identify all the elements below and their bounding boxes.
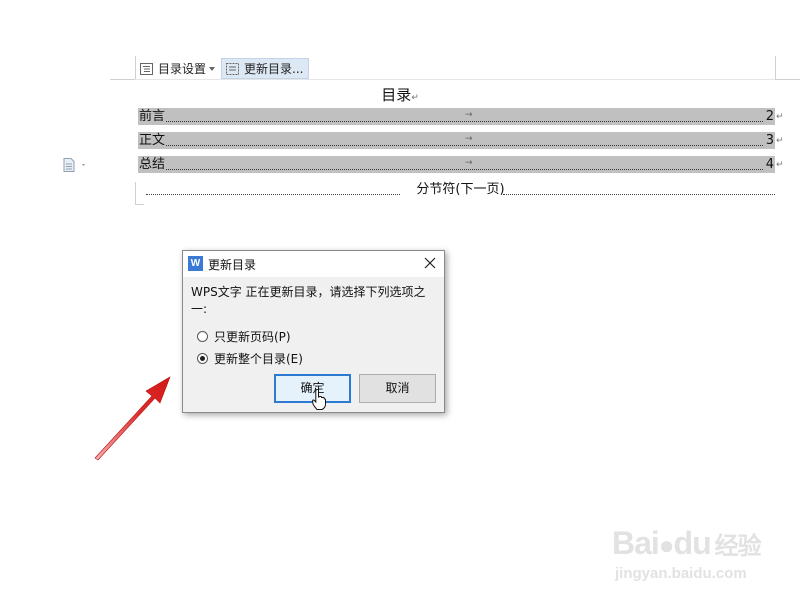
margin-guide-top-left (110, 79, 135, 80)
toc-title-text: 目录 (381, 86, 412, 104)
paw-logo-icon: ● (658, 530, 675, 560)
update-toc-label: 更新目录... (244, 62, 304, 76)
dialog-title: 更新目录 (208, 258, 257, 272)
toc-entry-label: 正文 (139, 133, 166, 148)
watermark-brand-suffix: 经验 (714, 533, 762, 560)
hand-cursor-icon (312, 389, 326, 410)
toc-entry[interactable]: 正文 → 3 (138, 132, 775, 149)
chevron-down-icon (209, 66, 216, 71)
toc-entry-page: 2 (763, 108, 774, 125)
dialog-titlebar[interactable]: W 更新目录 (183, 251, 444, 277)
toc-entry-label: 总结 (139, 157, 166, 172)
refresh-toc-icon (226, 62, 240, 75)
update-toc-dialog: W 更新目录 WPS文字 正在更新目录，请选择下列选项之一: 只更新页码(P) … (182, 250, 445, 413)
section-break: 分节符(下一页) (146, 183, 775, 197)
close-icon[interactable] (424, 257, 436, 269)
document-icon[interactable] (63, 157, 85, 172)
margin-guide-left-bottom (135, 182, 136, 204)
watermark-brand: Bai (612, 525, 660, 561)
cancel-button[interactable]: 取消 (359, 374, 436, 403)
paragraph-mark-icon: ↵ (776, 160, 784, 170)
dialog-message: WPS文字 正在更新目录，请选择下列选项之一: (191, 285, 426, 316)
watermark-url: jingyan.baidu.com (615, 565, 747, 582)
toc-entry-label: 前言 (139, 109, 166, 124)
toc-entry-page: 3 (763, 132, 774, 149)
toc-title: 目录↵ (0, 84, 800, 105)
option-label: 更新整个目录(E) (214, 352, 303, 366)
tab-arrow-icon: → (465, 110, 473, 120)
option-update-entire-toc[interactable]: 更新整个目录(E) (197, 350, 303, 367)
paragraph-mark-icon: ↵ (411, 93, 419, 103)
margin-guide-bottom-left (135, 204, 144, 205)
paragraph-mark-icon: ↵ (776, 136, 784, 146)
toc-entry[interactable]: 前言 → 2 (138, 108, 775, 125)
radio-button[interactable] (197, 331, 208, 342)
cancel-button-label: 取消 (385, 381, 410, 395)
radio-button-checked[interactable] (197, 353, 208, 364)
wps-writer-icon: W (188, 256, 203, 271)
baidu-watermark: Bai●du 经验 (612, 525, 762, 562)
toc-toolbar: 目录设置 更新目录... (135, 58, 310, 79)
tab-arrow-icon: → (465, 158, 473, 168)
option-update-page-numbers[interactable]: 只更新页码(P) (197, 328, 291, 345)
toc-settings-button[interactable]: 目录设置 (135, 58, 221, 79)
section-break-label: 分节符(下一页) (416, 182, 505, 197)
update-toc-button[interactable]: 更新目录... (221, 58, 310, 79)
tab-arrow-icon: → (465, 134, 473, 144)
option-label: 只更新页码(P) (214, 330, 291, 344)
toc-entry-page: 4 (763, 156, 774, 173)
watermark-brand-mid: du (673, 525, 712, 561)
toc-list-icon (140, 62, 153, 75)
margin-guide-right-top (775, 56, 776, 79)
red-arrow-icon (94, 376, 171, 461)
paragraph-mark-icon: ↵ (776, 112, 784, 122)
margin-guide-top-right (775, 79, 800, 80)
page-content-top-line (135, 79, 775, 80)
toc-entry[interactable]: 总结 → 4 (138, 156, 775, 173)
toc-settings-label: 目录设置 (158, 62, 207, 76)
